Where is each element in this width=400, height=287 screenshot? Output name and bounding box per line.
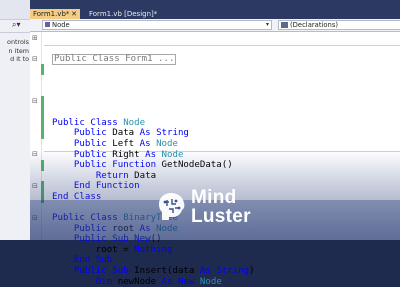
class-dropdown-label: Node bbox=[52, 21, 70, 29]
code-line[interactable]: Public Sub Insert(data As String) bbox=[52, 266, 255, 277]
change-bar bbox=[41, 96, 44, 139]
tab-label: Form1.vb [Design]* bbox=[89, 10, 158, 18]
code-token: Data bbox=[106, 128, 140, 139]
code-line[interactable]: Return Data bbox=[52, 171, 255, 182]
type-token: Node bbox=[161, 149, 184, 160]
code-token: ) bbox=[249, 266, 255, 277]
keyword-token: String bbox=[156, 128, 189, 139]
left-panel: ⌕▾ ontrols n item d it to bbox=[0, 0, 31, 240]
keyword-token: Dim bbox=[95, 276, 113, 287]
keyword-token: Sub bbox=[95, 255, 113, 266]
collapse-icon[interactable]: ⊟ bbox=[32, 181, 38, 191]
code-token: GetNodeData() bbox=[156, 160, 233, 171]
code-token: Left bbox=[106, 138, 140, 149]
keyword-token: New bbox=[177, 276, 195, 287]
code-line[interactable]: root = Nothing bbox=[52, 245, 255, 256]
keyword-token: Nothing bbox=[134, 244, 173, 255]
member-icon bbox=[281, 22, 288, 28]
code-line[interactable]: Public Class Node bbox=[52, 118, 255, 129]
left-panel-line: ontrols bbox=[7, 38, 29, 46]
keyword-token: String bbox=[216, 266, 250, 277]
collapse-icon[interactable]: ⊟ bbox=[32, 54, 38, 64]
tab-form1-vb[interactable]: Form1.vb* ✕ bbox=[30, 9, 80, 19]
left-panel-line: n item bbox=[8, 46, 29, 55]
code-line[interactable]: Dim newNode As New Node bbox=[52, 277, 255, 287]
tab-form1-design[interactable]: Form1.vb [Design]* bbox=[86, 9, 160, 19]
navigation-bar: Node ▾ (Declarations) bbox=[30, 19, 400, 32]
keyword-token: Public bbox=[73, 149, 107, 160]
close-icon[interactable]: ✕ bbox=[71, 9, 77, 19]
code-text[interactable]: Public Class Form1 ... Public Class Node… bbox=[52, 33, 255, 287]
keyword-token: Public bbox=[73, 266, 107, 277]
keyword-token: As bbox=[199, 266, 211, 277]
keyword-token: Public bbox=[73, 128, 107, 139]
left-panel-search-row[interactable]: ⌕▾ bbox=[0, 20, 30, 33]
collapsed-region[interactable]: Public Class Form1 ... bbox=[52, 54, 177, 66]
collapse-icon[interactable]: ⊟ bbox=[32, 149, 38, 159]
document-tab-bar: Form1.vb* ✕ Form1.vb [Design]* bbox=[30, 0, 400, 19]
code-token: Right bbox=[106, 149, 146, 160]
keyword-token: End bbox=[73, 255, 91, 266]
watermark-logo: Mind Luster bbox=[155, 187, 275, 234]
collapse-icon[interactable]: ⊟ bbox=[32, 96, 38, 106]
keyword-token: Public bbox=[73, 138, 107, 149]
watermark-line2: Luster bbox=[191, 206, 251, 227]
keyword-token: As bbox=[139, 128, 151, 139]
code-line[interactable]: Public Left As Node bbox=[52, 139, 255, 150]
keyword-token: Function bbox=[95, 181, 140, 192]
code-line[interactable]: Public Function GetNodeData() bbox=[52, 160, 255, 171]
code-token: root = bbox=[52, 244, 135, 255]
keyword-token: Function bbox=[112, 160, 157, 171]
chevron-down-icon[interactable]: ▾ bbox=[266, 21, 269, 29]
type-token: Node bbox=[156, 138, 178, 149]
left-panel-text: ontrols n item d it to bbox=[0, 38, 30, 64]
keyword-token: Public bbox=[52, 117, 85, 128]
type-token: Node bbox=[199, 276, 222, 287]
code-token: Data bbox=[128, 170, 157, 181]
keyword-token: Public bbox=[73, 160, 107, 171]
class-icon bbox=[45, 22, 50, 27]
code-token: newNode bbox=[112, 276, 162, 287]
keyword-token: As bbox=[145, 149, 157, 160]
class-dropdown[interactable]: Node ▾ bbox=[42, 20, 272, 30]
search-icon[interactable]: ⌕▾ bbox=[12, 20, 21, 30]
code-line-collapsed[interactable]: Public Class Form1 ... bbox=[52, 54, 255, 66]
type-token: Node bbox=[123, 117, 146, 128]
left-panel-header bbox=[0, 0, 30, 20]
keyword-token: As bbox=[161, 276, 173, 287]
code-token: Insert(data bbox=[128, 266, 200, 277]
code-line[interactable]: End Sub bbox=[52, 255, 255, 266]
brain-icon bbox=[159, 193, 185, 220]
keyword-token: End bbox=[73, 181, 91, 192]
code-line[interactable]: Public Right As Node bbox=[52, 150, 255, 161]
change-bar bbox=[41, 64, 44, 75]
tab-label: Form1.vb* bbox=[33, 10, 70, 18]
keyword-token: Sub bbox=[112, 266, 129, 277]
member-dropdown[interactable]: (Declarations) bbox=[278, 20, 400, 30]
member-dropdown-label: (Declarations) bbox=[290, 21, 339, 29]
code-line[interactable]: Public Data As String bbox=[52, 128, 255, 139]
expand-icon[interactable]: ⊞ bbox=[32, 33, 38, 43]
keyword-token: Class bbox=[90, 117, 118, 128]
change-bar bbox=[41, 160, 44, 171]
keyword-token: Return bbox=[95, 170, 129, 181]
left-panel-line: d it to bbox=[10, 55, 29, 63]
keyword-token: As bbox=[139, 138, 151, 149]
